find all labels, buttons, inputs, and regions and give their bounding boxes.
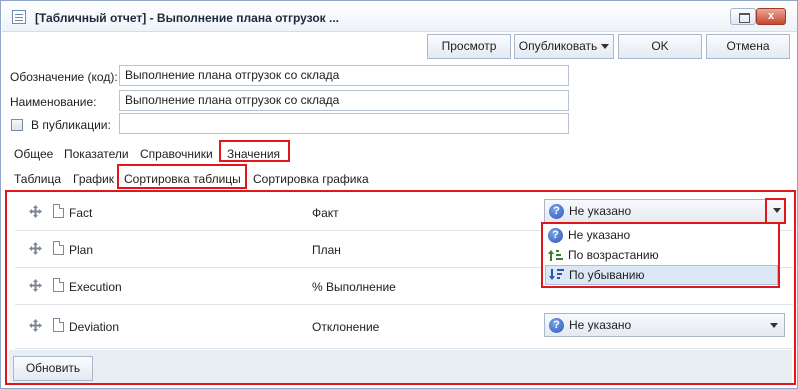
subtab-chart[interactable]: График <box>73 172 114 186</box>
preview-button[interactable]: Просмотр <box>427 34 511 59</box>
dropdown-option-label: Не указано <box>568 228 631 242</box>
document-icon <box>53 318 64 332</box>
tab-indicators[interactable]: Показатели <box>64 147 129 161</box>
report-icon <box>12 10 26 24</box>
row-name: Plan <box>69 243 94 257</box>
row-caption: % Выполнение <box>312 280 396 294</box>
sort-ascending-icon <box>548 250 563 261</box>
sort-combo-value: Не указано <box>569 204 632 218</box>
refresh-button[interactable]: Обновить <box>13 356 93 381</box>
subtab-table[interactable]: Таблица <box>14 172 61 186</box>
cancel-button[interactable]: Отмена <box>706 34 790 59</box>
sort-combo-value: Не указано <box>569 318 632 332</box>
footer-bar <box>9 350 792 383</box>
ok-button[interactable]: OK <box>618 34 702 59</box>
help-icon: ? <box>548 228 563 243</box>
row-name: Deviation <box>69 320 120 334</box>
report-window: [Табличный отчет] - Выполнение плана отг… <box>0 0 798 389</box>
maximize-button[interactable] <box>730 8 756 25</box>
document-icon <box>53 241 64 255</box>
row-name: Execution <box>69 280 122 294</box>
publication-field[interactable] <box>119 113 569 134</box>
help-icon: ? <box>549 318 564 333</box>
document-icon <box>53 278 64 292</box>
publication-checkbox[interactable] <box>11 119 23 131</box>
chevron-down-icon <box>601 44 610 50</box>
publication-label: В публикации: <box>31 118 111 132</box>
code-label: Обозначение (код): <box>10 70 118 84</box>
subtab-chart-sort[interactable]: Сортировка графика <box>253 172 369 186</box>
name-label: Наименование: <box>10 95 97 109</box>
publish-button[interactable]: Опубликовать <box>514 34 614 59</box>
subtab-table-sort[interactable]: Сортировка таблицы <box>124 172 241 186</box>
dropdown-option-descending[interactable]: По убыванию <box>545 265 778 285</box>
table-row: Deviation Отклонение ? Не указано <box>15 305 793 349</box>
chevron-down-icon <box>770 323 778 328</box>
row-caption: Факт <box>312 206 339 220</box>
title-bar: [Табличный отчет] - Выполнение плана отг… <box>2 2 797 32</box>
name-field[interactable]: Выполнение плана отгрузок со склада <box>119 90 569 111</box>
sort-combo[interactable]: ? Не указано <box>544 313 785 337</box>
dropdown-option-label: По убыванию <box>569 268 645 282</box>
sort-descending-icon <box>549 269 564 280</box>
window-title: [Табличный отчет] - Выполнение плана отг… <box>35 11 340 25</box>
publish-button-label: Опубликовать <box>518 39 598 53</box>
document-icon <box>53 204 64 218</box>
sort-combo[interactable]: ? Не указано <box>544 199 785 223</box>
move-icon[interactable] <box>29 319 42 332</box>
move-icon[interactable] <box>29 279 42 292</box>
move-icon[interactable] <box>29 205 42 218</box>
help-icon: ? <box>549 204 564 219</box>
tab-general[interactable]: Общее <box>14 147 53 161</box>
sort-dropdown: ? Не указано По возрастанию По убыванию <box>541 222 780 288</box>
tab-values[interactable]: Значения <box>227 147 280 161</box>
close-button[interactable]: x <box>756 8 786 25</box>
code-field[interactable]: Выполнение плана отгрузок со склада <box>119 65 569 86</box>
chevron-down-icon[interactable] <box>773 208 781 213</box>
row-caption: План <box>312 243 341 257</box>
dropdown-option-none[interactable]: ? Не указано <box>545 225 778 245</box>
row-name: Fact <box>69 206 93 220</box>
row-caption: Отклонение <box>312 320 380 334</box>
dropdown-option-ascending[interactable]: По возрастанию <box>545 245 778 265</box>
move-icon[interactable] <box>29 242 42 255</box>
dropdown-option-label: По возрастанию <box>568 248 659 262</box>
tab-directories[interactable]: Справочники <box>140 147 213 161</box>
